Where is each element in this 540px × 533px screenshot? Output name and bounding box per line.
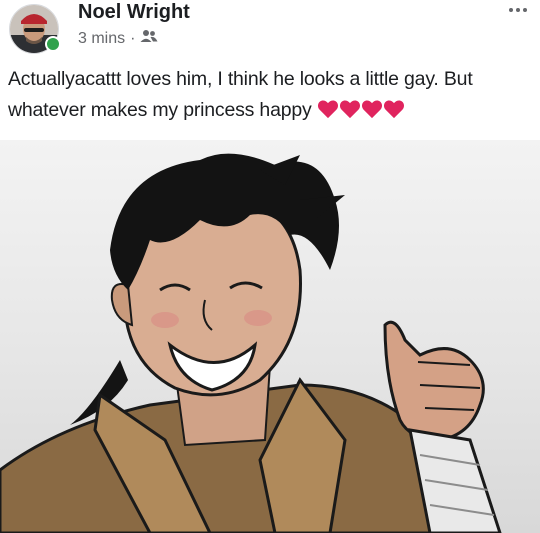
meta-separator: · <box>130 29 136 47</box>
post-author-name[interactable]: Noel Wright <box>78 1 190 24</box>
friends-icon[interactable] <box>140 29 158 48</box>
heart-icon <box>383 100 404 119</box>
facebook-post-header: Noel Wright 3 mins · Actuallyacattt love… <box>0 0 540 140</box>
avatar[interactable] <box>9 4 61 54</box>
post-meta: 3 mins · <box>78 29 158 48</box>
heart-icon <box>339 100 360 119</box>
online-status-dot <box>45 36 61 52</box>
heart-icon <box>361 100 382 119</box>
post-timestamp[interactable]: 3 mins <box>78 30 125 48</box>
post-image[interactable] <box>0 140 540 533</box>
heart-icon <box>317 100 338 119</box>
heart-emojis <box>317 99 405 121</box>
more-options-icon[interactable] <box>509 8 527 12</box>
post-text: Actuallyacattt loves him, I think he loo… <box>8 64 536 126</box>
drawing-illustration <box>0 153 502 533</box>
